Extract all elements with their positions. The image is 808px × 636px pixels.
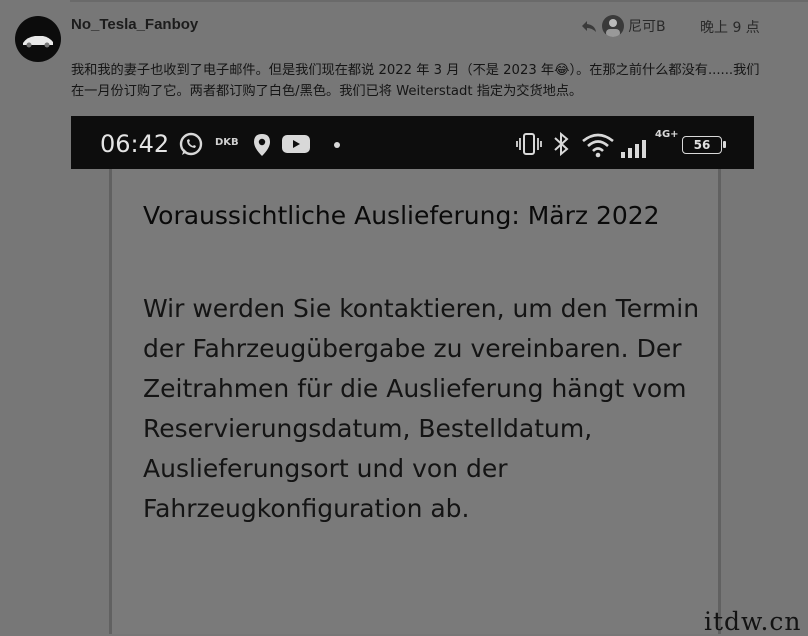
user-avatar[interactable] [15, 16, 61, 62]
battery-tip [723, 141, 726, 148]
reply-to-indicator[interactable]: 尼可B [580, 15, 666, 37]
network-type-label: 4G+ [655, 129, 679, 140]
dkb-label: DKB [215, 137, 239, 148]
reply-arrow-icon [582, 21, 596, 32]
youtube-icon [282, 135, 310, 153]
whatsapp-icon [179, 132, 203, 156]
battery-level: 56 [682, 136, 722, 154]
delivery-body-text: Wir werden Sie kontaktieren, um den Term… [143, 294, 700, 523]
signal-strength-icon [621, 140, 646, 158]
wifi-icon [582, 133, 614, 158]
reply-username: 尼可B [628, 19, 666, 35]
delivery-heading: Voraussichtliche Auslieferung: März 2022 [143, 201, 660, 230]
divider [70, 0, 808, 2]
vibrate-icon [516, 133, 542, 155]
bluetooth-icon [554, 131, 569, 157]
watermark: itdw.cn [704, 607, 802, 636]
phone-status-bar: 06:42 DKB 4G+ 56 [71, 116, 754, 169]
location-pin-icon [254, 134, 270, 156]
post-body: 我和我的妻子也收到了电子邮件。但是我们现在都说 2022 年 3 月（不是 20… [71, 63, 760, 99]
post-timestamp[interactable]: 晚上 9 点 [700, 17, 760, 37]
phone-clock: 06:42 [100, 130, 170, 158]
dot-icon [334, 142, 340, 148]
post-username[interactable]: No_Tesla_Fanboy [71, 16, 198, 33]
reply-user-avatar [602, 15, 624, 37]
